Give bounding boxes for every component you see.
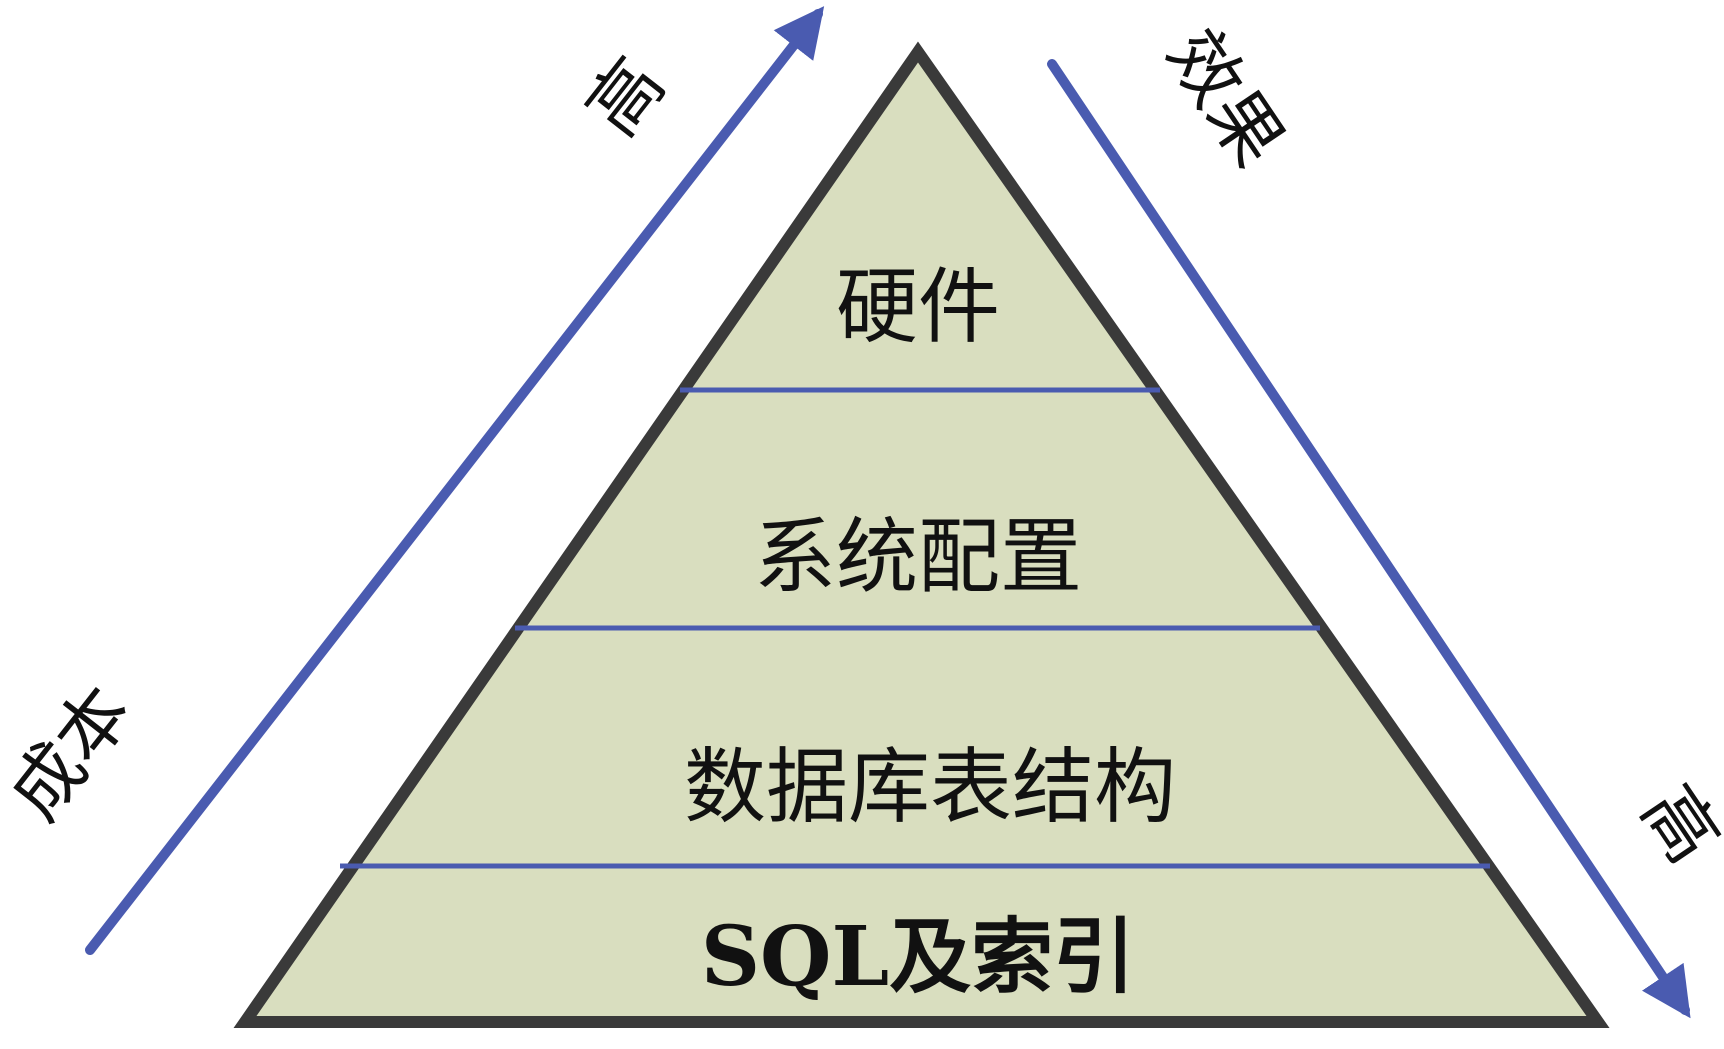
layer-label-sql-index: SQL及索引 (701, 909, 1135, 1005)
effect-high-label: 高 (1626, 771, 1724, 878)
layer-label-db-schema: 数据库表结构 (684, 740, 1176, 835)
effect-label: 效果 (1151, 15, 1301, 181)
layer-label-hardware: 硬件 (836, 260, 1000, 355)
cost-label: 成本 (0, 670, 148, 835)
layer-label-system-config: 系统配置 (754, 510, 1082, 605)
pyramid-diagram: 硬件 系统配置 数据库表结构 SQL及索引 成本 高 效果 高 (0, 0, 1724, 1044)
pyramid-canvas: 硬件 系统配置 数据库表结构 SQL及索引 成本 高 效果 高 (0, 6, 1724, 1028)
cost-high-label: 高 (570, 42, 681, 150)
